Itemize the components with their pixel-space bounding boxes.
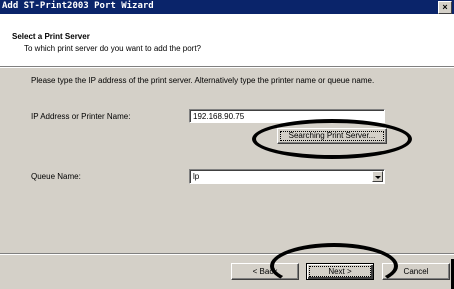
queue-name-value: lp bbox=[193, 172, 200, 181]
instruction-text: Please type the IP address of the print … bbox=[31, 76, 375, 85]
close-button[interactable]: × bbox=[438, 1, 452, 14]
chevron-down-icon[interactable] bbox=[372, 171, 383, 182]
queue-name-label: Queue Name: bbox=[31, 172, 81, 181]
highlight-ellipse-search bbox=[252, 119, 412, 159]
ip-address-label: IP Address or Printer Name: bbox=[31, 112, 131, 121]
header-subtitle: To which print server do you want to add… bbox=[24, 44, 201, 53]
window-title: Add ST-Print2003 Port Wizard bbox=[2, 1, 154, 11]
title-bar: Add ST-Print2003 Port Wizard × bbox=[0, 0, 454, 14]
wizard-header: Select a Print Server To which print ser… bbox=[0, 14, 454, 67]
highlight-ellipse-next bbox=[270, 243, 398, 289]
queue-name-combo[interactable]: lp bbox=[189, 169, 385, 184]
header-title: Select a Print Server bbox=[12, 32, 90, 41]
header-divider bbox=[0, 67, 454, 68]
